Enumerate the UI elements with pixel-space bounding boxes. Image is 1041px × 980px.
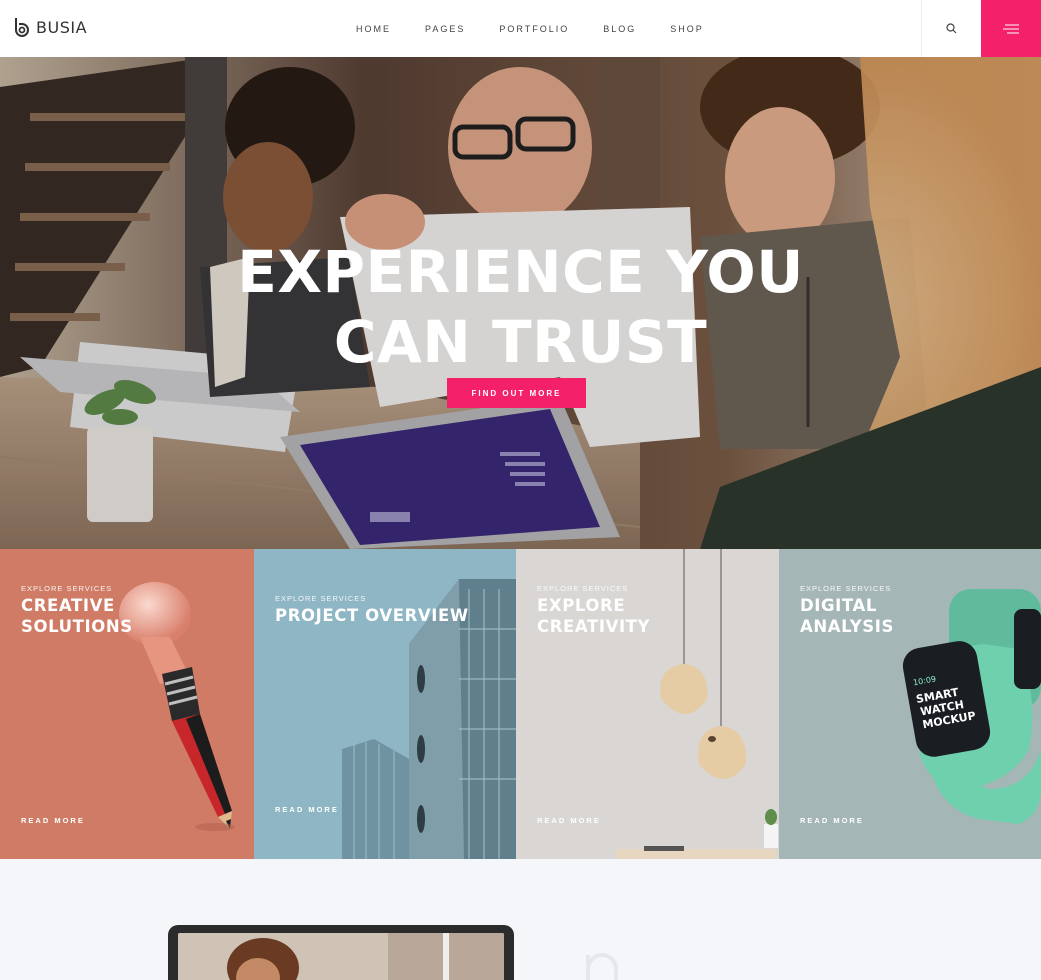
svg-text:10:09: 10:09 (912, 674, 936, 687)
hero-section: EXPERIENCE YOU CAN TRUST FIND OUT MORE (0, 57, 1041, 549)
services-row: EXPLORE SERVICES CREATIVE SOLUTIONS READ… (0, 549, 1041, 859)
main-nav: HOME PAGES PORTFOLIO BLOG SHOP (340, 0, 738, 57)
menu-button[interactable] (981, 0, 1041, 57)
card-title[interactable]: DIGITAL ANALYSIS (800, 595, 910, 637)
device-screen (178, 933, 504, 980)
read-more-link[interactable]: READ MORE (275, 805, 339, 814)
site-header: BUSIA HOME PAGES PORTFOLIO BLOG SHOP (0, 0, 1041, 57)
logo[interactable]: BUSIA (12, 16, 87, 38)
device-mockup (168, 925, 514, 980)
service-card-explore-creativity[interactable]: EXPLORE SERVICES EXPLORE CREATIVITY READ… (516, 549, 779, 859)
card-eyebrow: EXPLORE SERVICES (800, 584, 892, 593)
nav-pages[interactable]: PAGES (425, 24, 465, 34)
service-card-digital-analysis[interactable]: 10:09 SMART WATCH MOCKUP EXPLORE SERVICE… (779, 549, 1041, 859)
card-eyebrow: EXPLORE SERVICES (275, 594, 367, 603)
search-button[interactable] (921, 0, 981, 57)
hero-title: EXPERIENCE YOU CAN TRUST (0, 237, 1041, 377)
find-out-more-button[interactable]: FIND OUT MORE (447, 378, 586, 408)
logo-text: BUSIA (36, 17, 88, 37)
logo-icon (15, 18, 29, 37)
nav-home[interactable]: HOME (356, 24, 391, 34)
nav-blog[interactable]: BLOG (603, 24, 636, 34)
card-eyebrow: EXPLORE SERVICES (537, 584, 629, 593)
service-card-creative-solutions[interactable]: EXPLORE SERVICES CREATIVE SOLUTIONS READ… (0, 549, 254, 859)
hamburger-icon (1003, 24, 1019, 33)
read-more-link[interactable]: READ MORE (21, 816, 85, 825)
card-eyebrow: EXPLORE SERVICES (21, 584, 113, 593)
about-section (0, 859, 1041, 980)
faint-logo-icon (586, 953, 618, 980)
read-more-link[interactable]: READ MORE (537, 816, 601, 825)
card-title[interactable]: PROJECT OVERVIEW (275, 605, 475, 626)
card-title[interactable]: CREATIVE SOLUTIONS (21, 595, 132, 637)
service-card-project-overview[interactable]: EXPLORE SERVICES PROJECT OVERVIEW READ M… (254, 549, 516, 859)
nav-portfolio[interactable]: PORTFOLIO (499, 24, 569, 34)
card-title[interactable]: EXPLORE CREATIVITY (537, 595, 667, 637)
nav-shop[interactable]: SHOP (670, 24, 704, 34)
hero-title-line-2: CAN TRUST (333, 308, 708, 376)
device-photo (178, 933, 504, 980)
hero-title-line-1: EXPERIENCE YOU (237, 238, 804, 306)
read-more-link[interactable]: READ MORE (800, 816, 864, 825)
search-icon (946, 23, 957, 34)
watch-screen-text: 10:09 SMART WATCH MOCKUP (912, 674, 976, 731)
